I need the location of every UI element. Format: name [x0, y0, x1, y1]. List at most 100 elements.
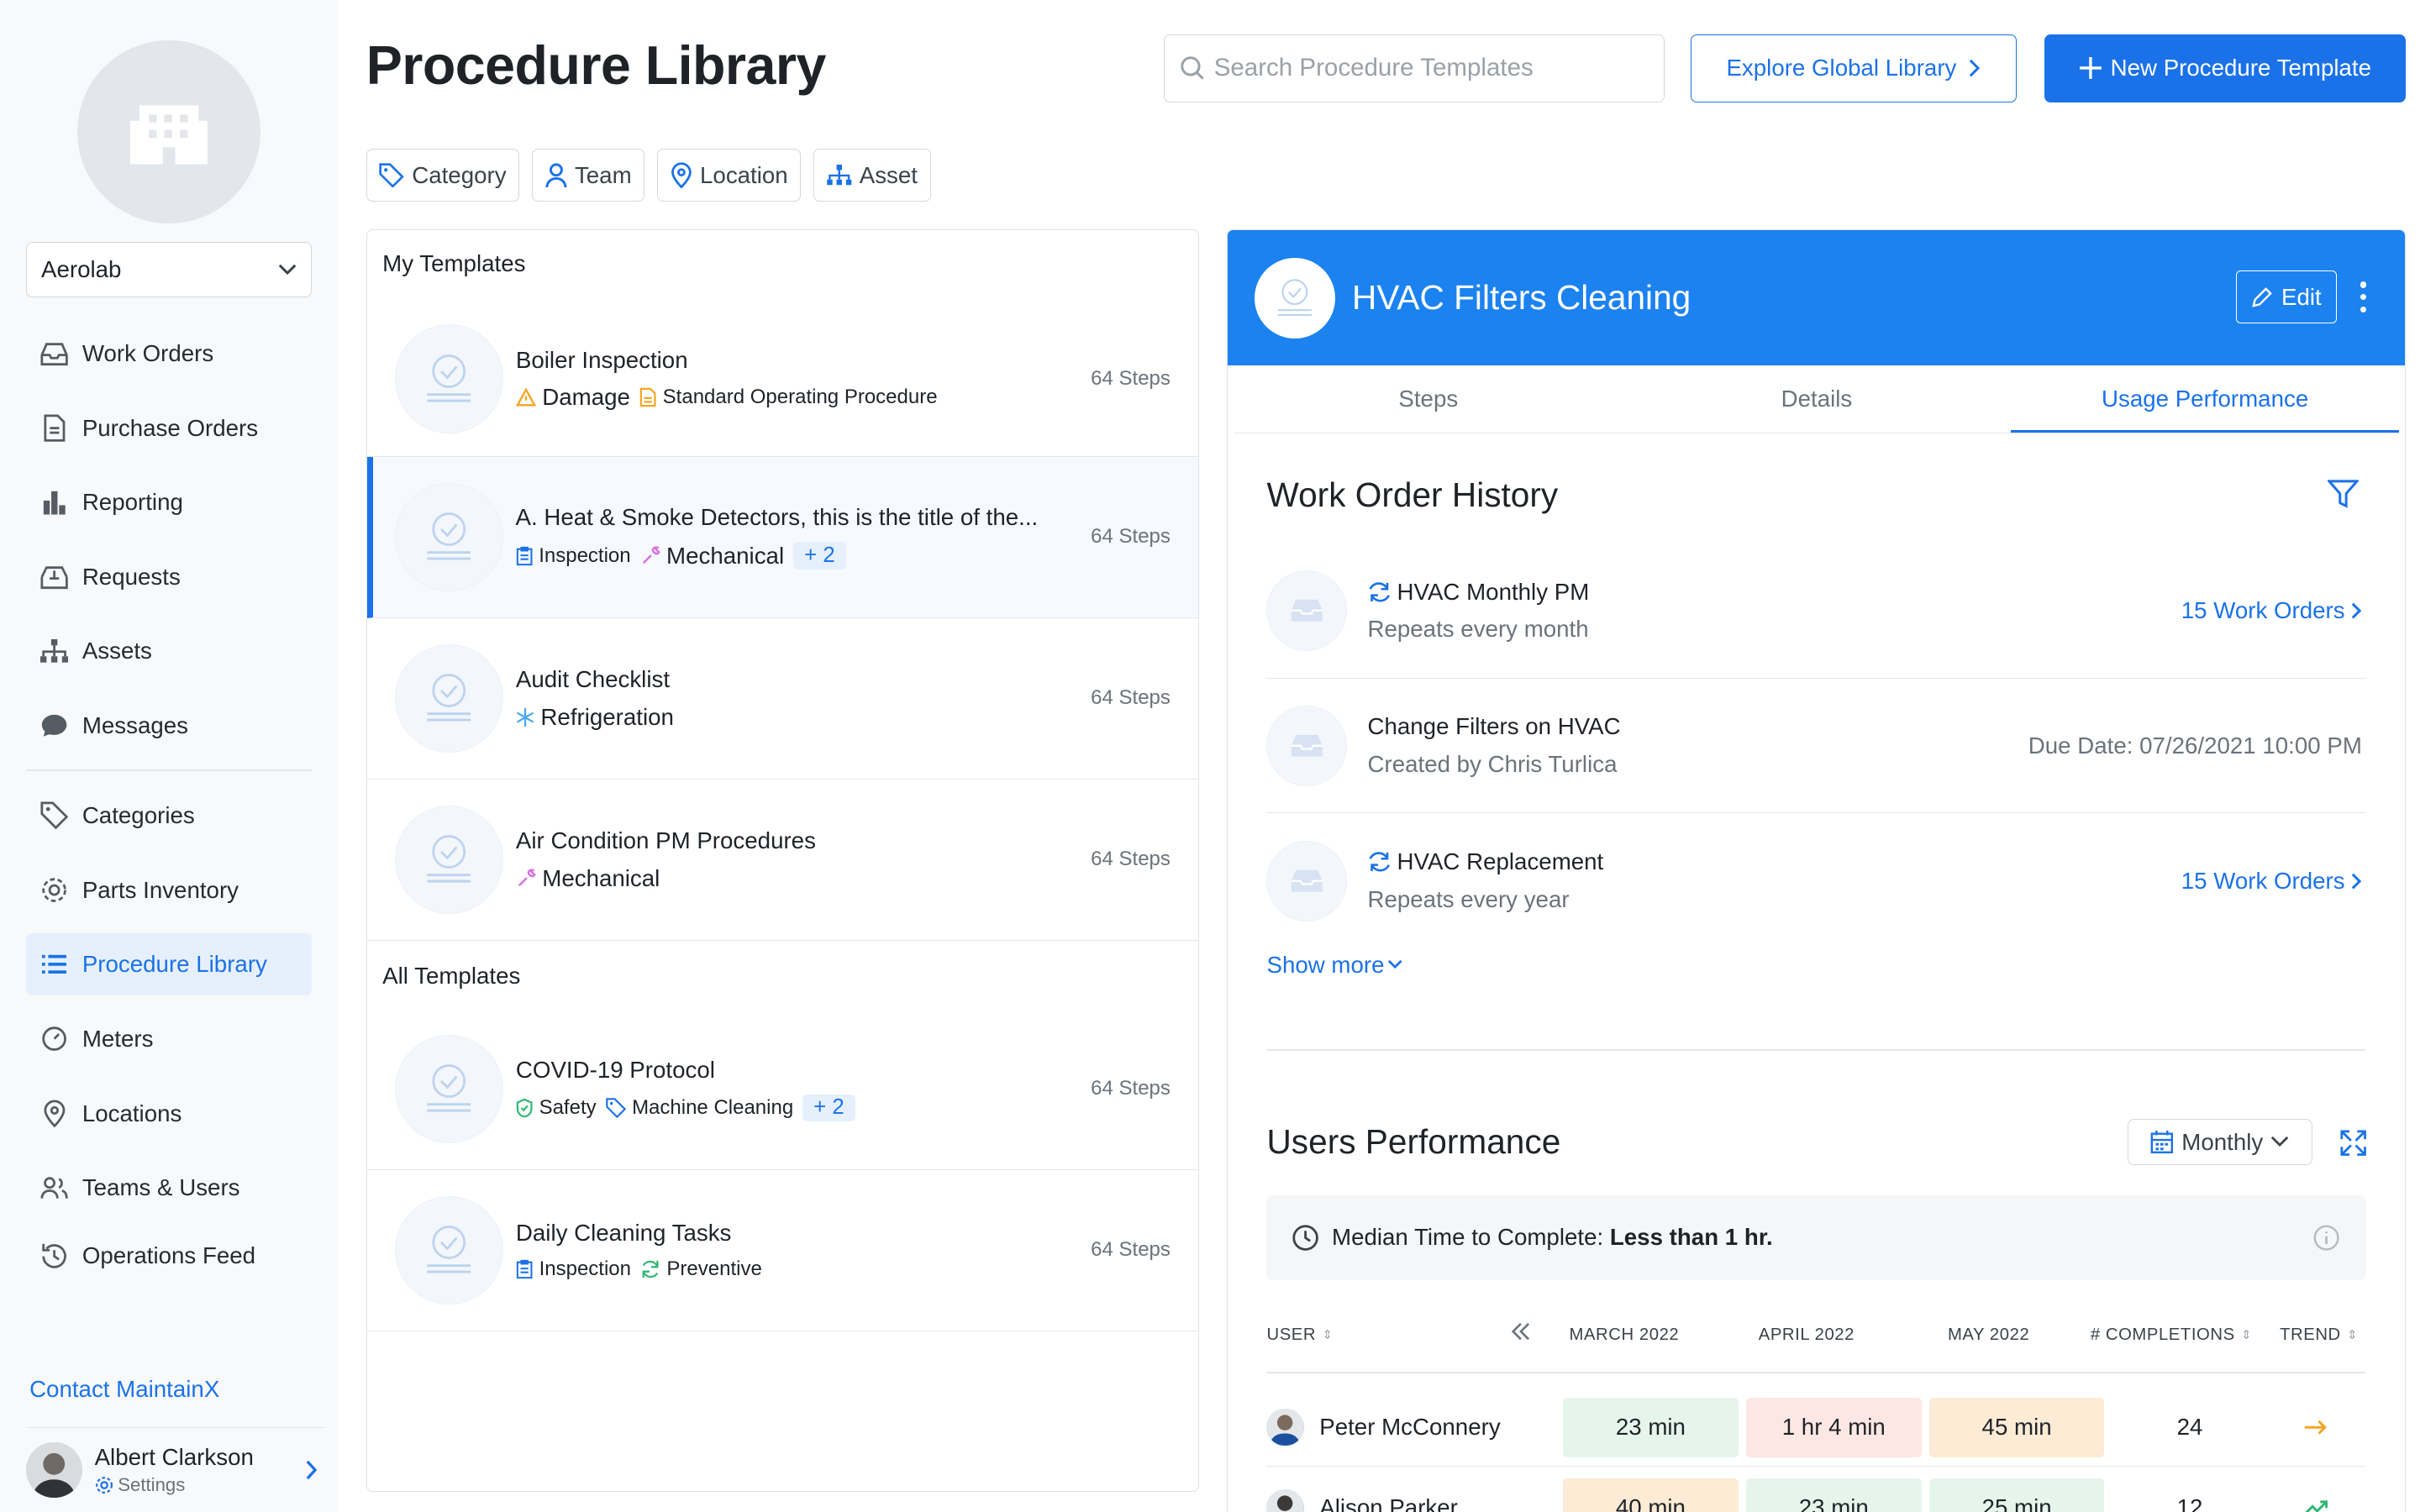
tag-refrigeration: Refrigeration [516, 704, 674, 731]
user-settings-link[interactable]: Settings [95, 1474, 254, 1496]
work-order-row[interactable]: HVAC Replacement Repeats every year 15 W… [1266, 813, 2365, 948]
tag-damage: Damage [515, 384, 630, 411]
chevron-right-icon [2351, 602, 2362, 619]
filter-location[interactable]: Location [657, 149, 802, 202]
search-input[interactable]: Search Procedure Templates [1163, 34, 1665, 102]
template-steps: 64 Steps [1091, 686, 1171, 710]
tab-usage-performance[interactable]: Usage Performance [2011, 365, 2400, 433]
template-item-audit-checklist[interactable]: Audit Checklist Refrigeration 64 Steps [366, 618, 1199, 780]
nav-assets[interactable]: Assets [26, 620, 312, 682]
current-user[interactable]: Albert Clarkson Settings [26, 1426, 324, 1512]
filter-asset[interactable]: Asset [813, 149, 931, 202]
nav-reporting[interactable]: Reporting [26, 471, 312, 533]
template-title: Air Condition PM Procedures [515, 827, 816, 853]
median-label: Median Time to Complete: [1332, 1224, 1604, 1251]
primary-nav: Work Orders Purchase Orders Reporting Re… [26, 323, 312, 769]
nav-requests[interactable]: Requests [26, 546, 312, 608]
template-steps: 64 Steps [1091, 525, 1171, 549]
checklist-icon [1254, 257, 1335, 339]
tag-icon [379, 163, 404, 188]
column-header-user[interactable]: USER ⇕ [1266, 1326, 1333, 1345]
nav-purchase-orders[interactable]: Purchase Orders [26, 397, 312, 459]
sort-icon: ⇕ [1322, 1328, 1334, 1342]
checklist-icon [394, 1195, 504, 1305]
tab-details[interactable]: Details [1623, 365, 2011, 433]
warning-icon [515, 388, 536, 407]
column-header-may: MAY 2022 [1947, 1325, 2030, 1344]
nav-operations-feed[interactable]: Operations Feed [26, 1225, 312, 1287]
more-tags-badge[interactable]: + 2 [802, 1094, 855, 1122]
filter-icon[interactable] [2328, 480, 2360, 509]
double-chevron-left-icon[interactable] [1510, 1322, 1532, 1341]
sidebar: Aerolab Work Orders Purchase Orders Repo… [0, 0, 339, 1512]
snowflake-icon [516, 707, 534, 727]
tag-mechanical: Mechanical [516, 865, 660, 892]
trend-flat-icon [2304, 1420, 2327, 1435]
expand-icon[interactable] [2340, 1130, 2366, 1156]
template-item-boiler-inspection[interactable]: Boiler Inspection Damage Standard Operat… [366, 302, 1199, 457]
nav-categories[interactable]: Categories [26, 785, 312, 847]
checklist-icon [394, 324, 504, 433]
checklist-icon [394, 643, 504, 753]
work-order-row[interactable]: Change Filters on HVAC Created by Chris … [1266, 679, 2365, 814]
bar-chart-icon [40, 489, 68, 517]
template-steps: 64 Steps [1091, 848, 1171, 871]
section-divider [1266, 1049, 2365, 1051]
inbox-icon [1266, 570, 1348, 651]
template-title: A. Heat & Smoke Detectors, this is the t… [515, 504, 1039, 531]
nav-work-orders[interactable]: Work Orders [26, 323, 312, 385]
gear-icon [95, 1476, 113, 1494]
template-item-daily-cleaning[interactable]: Daily Cleaning Tasks Inspection Preventi… [366, 1170, 1199, 1331]
contact-link[interactable]: Contact MaintainX [29, 1376, 219, 1403]
tab-steps[interactable]: Steps [1234, 365, 1623, 433]
nav-teams-users[interactable]: Teams & Users [26, 1157, 312, 1219]
work-order-subtitle: Created by Chris Turlica [1367, 751, 1618, 778]
template-item-air-condition-pm[interactable]: Air Condition PM Procedures Mechanical 6… [366, 780, 1199, 941]
nav-meters[interactable]: Meters [26, 1008, 312, 1070]
chevron-down-icon [1388, 960, 1402, 969]
march-time: 40 min [1563, 1478, 1739, 1512]
more-tags-badge[interactable]: + 2 [793, 542, 846, 570]
work-orders-link[interactable]: 15 Work Orders [2181, 868, 2362, 895]
new-procedure-template-button[interactable]: New Procedure Template [2044, 34, 2407, 102]
more-options-icon[interactable] [2357, 281, 2370, 313]
list-icon [40, 951, 68, 979]
show-more-link[interactable]: Show more [1266, 952, 1402, 979]
column-header-march: MARCH 2022 [1569, 1325, 1680, 1344]
nav-locations[interactable]: Locations [26, 1083, 312, 1145]
template-item-covid-protocol[interactable]: COVID-19 Protocol Safety Machine Cleanin… [366, 1009, 1199, 1170]
search-placeholder: Search Procedure Templates [1213, 54, 1534, 82]
nav-messages[interactable]: Messages [26, 695, 312, 757]
nav-parts-inventory[interactable]: Parts Inventory [26, 859, 312, 921]
checklist-icon [394, 1034, 504, 1144]
clipboard-icon [516, 1259, 533, 1279]
recurring-icon [1369, 581, 1391, 602]
explore-global-library-button[interactable]: Explore Global Library [1691, 34, 2018, 102]
users-icon [40, 1174, 68, 1202]
building-icon [130, 105, 208, 165]
work-order-row[interactable]: HVAC Monthly PM Repeats every month 15 W… [1266, 543, 2365, 679]
column-header-trend[interactable]: TREND ⇕ [2280, 1326, 2358, 1345]
organization-select[interactable]: Aerolab [26, 242, 313, 298]
document-icon [639, 388, 656, 407]
hierarchy-icon [39, 638, 69, 665]
chat-icon [40, 711, 68, 739]
info-icon[interactable] [2312, 1224, 2340, 1252]
template-steps: 64 Steps [1091, 1077, 1171, 1100]
column-header-completions[interactable]: # COMPLETIONS ⇕ [2091, 1326, 2252, 1345]
table-row[interactable]: Peter McConnery 23 min 1 hr 4 min 45 min… [1266, 1389, 2365, 1467]
gauge-icon [40, 1025, 68, 1053]
edit-button[interactable]: Edit [2236, 270, 2338, 323]
template-steps: 64 Steps [1091, 1238, 1171, 1262]
work-order-history-title: Work Order History [1266, 475, 1559, 514]
work-orders-link[interactable]: 15 Work Orders [2181, 597, 2362, 624]
template-item-heat-smoke-detectors[interactable]: A. Heat & Smoke Detectors, this is the t… [366, 456, 1199, 618]
filter-team[interactable]: Team [532, 149, 645, 202]
nav-procedure-library[interactable]: Procedure Library [26, 933, 313, 996]
user-icon [545, 163, 567, 188]
filter-category[interactable]: Category [366, 149, 520, 202]
template-title: COVID-19 Protocol [515, 1056, 715, 1083]
table-row[interactable]: Alison Parker 40 min 23 min 25 min 12 [1266, 1469, 2365, 1512]
period-select[interactable]: Monthly [2128, 1119, 2312, 1166]
trend-up-icon [2305, 1500, 2328, 1512]
